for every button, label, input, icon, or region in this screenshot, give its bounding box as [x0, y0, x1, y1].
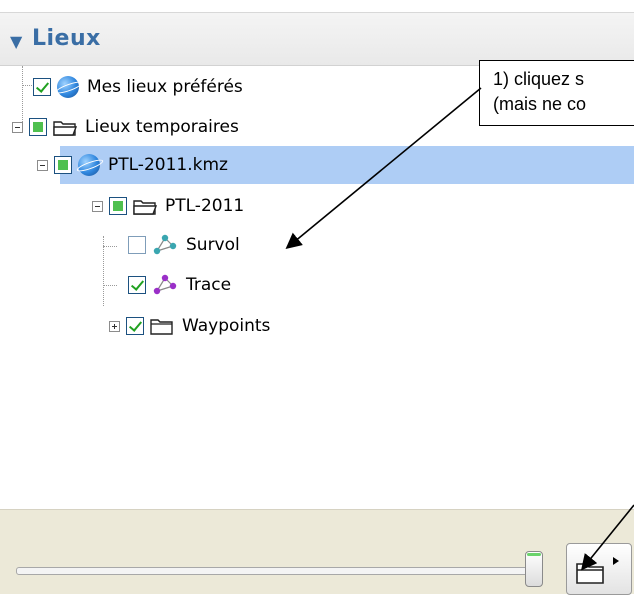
tree-item-waypoints[interactable]: Waypoints: [109, 307, 270, 345]
tree-item-label: PTL-2011: [165, 196, 245, 216]
triangle-down-icon[interactable]: ▼: [10, 32, 22, 51]
tree-item-survol[interactable]: Survol: [128, 226, 240, 264]
earth-globe-icon: [57, 76, 79, 98]
ptl-kmz-checkbox[interactable]: [54, 156, 72, 174]
tree-item-label: Trace: [186, 275, 232, 295]
ptl-folder-checkbox[interactable]: [109, 197, 127, 215]
callout-line-2: (mais ne co: [493, 94, 587, 114]
network-path-icon: [152, 274, 178, 296]
tree-item-my-places[interactable]: Mes lieux préférés: [33, 68, 243, 106]
tree-item-label: Mes lieux préférés: [87, 77, 243, 97]
bottom-toolbar: [0, 509, 634, 595]
open-folder-icon: [53, 119, 77, 136]
folder-menu-button[interactable]: [566, 543, 632, 595]
annotation-callout: 1) cliquez s (mais ne co: [479, 60, 634, 126]
collapse-icon[interactable]: [12, 121, 23, 133]
panel-title: Lieux: [32, 26, 101, 51]
tree-item-ptl-kmz[interactable]: PTL-2011.kmz: [37, 146, 634, 184]
places-tree: Mes lieux préférés Lieux temporaires PTL…: [0, 66, 634, 506]
places-panel-header[interactable]: ▼ Lieux: [0, 13, 634, 66]
callout-line-1: 1) cliquez s: [493, 69, 585, 89]
trace-checkbox[interactable]: [128, 276, 146, 294]
tree-item-label: Waypoints: [182, 316, 271, 336]
tree-item-label: PTL-2011.kmz: [108, 155, 228, 175]
tree-item-ptl-folder[interactable]: PTL-2011: [92, 187, 244, 225]
opacity-slider-handle[interactable]: [525, 551, 543, 587]
expand-icon[interactable]: [109, 320, 120, 332]
collapse-icon[interactable]: [92, 200, 103, 212]
opacity-slider-track[interactable]: [16, 567, 538, 575]
earth-globe-icon: [78, 154, 100, 176]
temporary-places-checkbox[interactable]: [29, 118, 47, 136]
folder-menu-icon: [576, 557, 619, 584]
tree-item-label: Survol: [186, 235, 240, 255]
my-places-checkbox[interactable]: [33, 78, 51, 96]
tree-item-temporary-places[interactable]: Lieux temporaires: [12, 108, 239, 146]
open-folder-icon: [133, 198, 157, 215]
folder-icon: [150, 318, 174, 335]
survol-checkbox[interactable]: [128, 236, 146, 254]
tree-guide-line: [103, 246, 117, 247]
tree-item-label: Lieux temporaires: [85, 117, 239, 137]
network-path-icon: [152, 234, 178, 256]
collapse-icon[interactable]: [37, 159, 48, 171]
top-divider: [0, 0, 634, 13]
tree-item-trace[interactable]: Trace: [128, 266, 231, 304]
waypoints-checkbox[interactable]: [126, 317, 144, 335]
tree-guide-line: [103, 285, 117, 286]
